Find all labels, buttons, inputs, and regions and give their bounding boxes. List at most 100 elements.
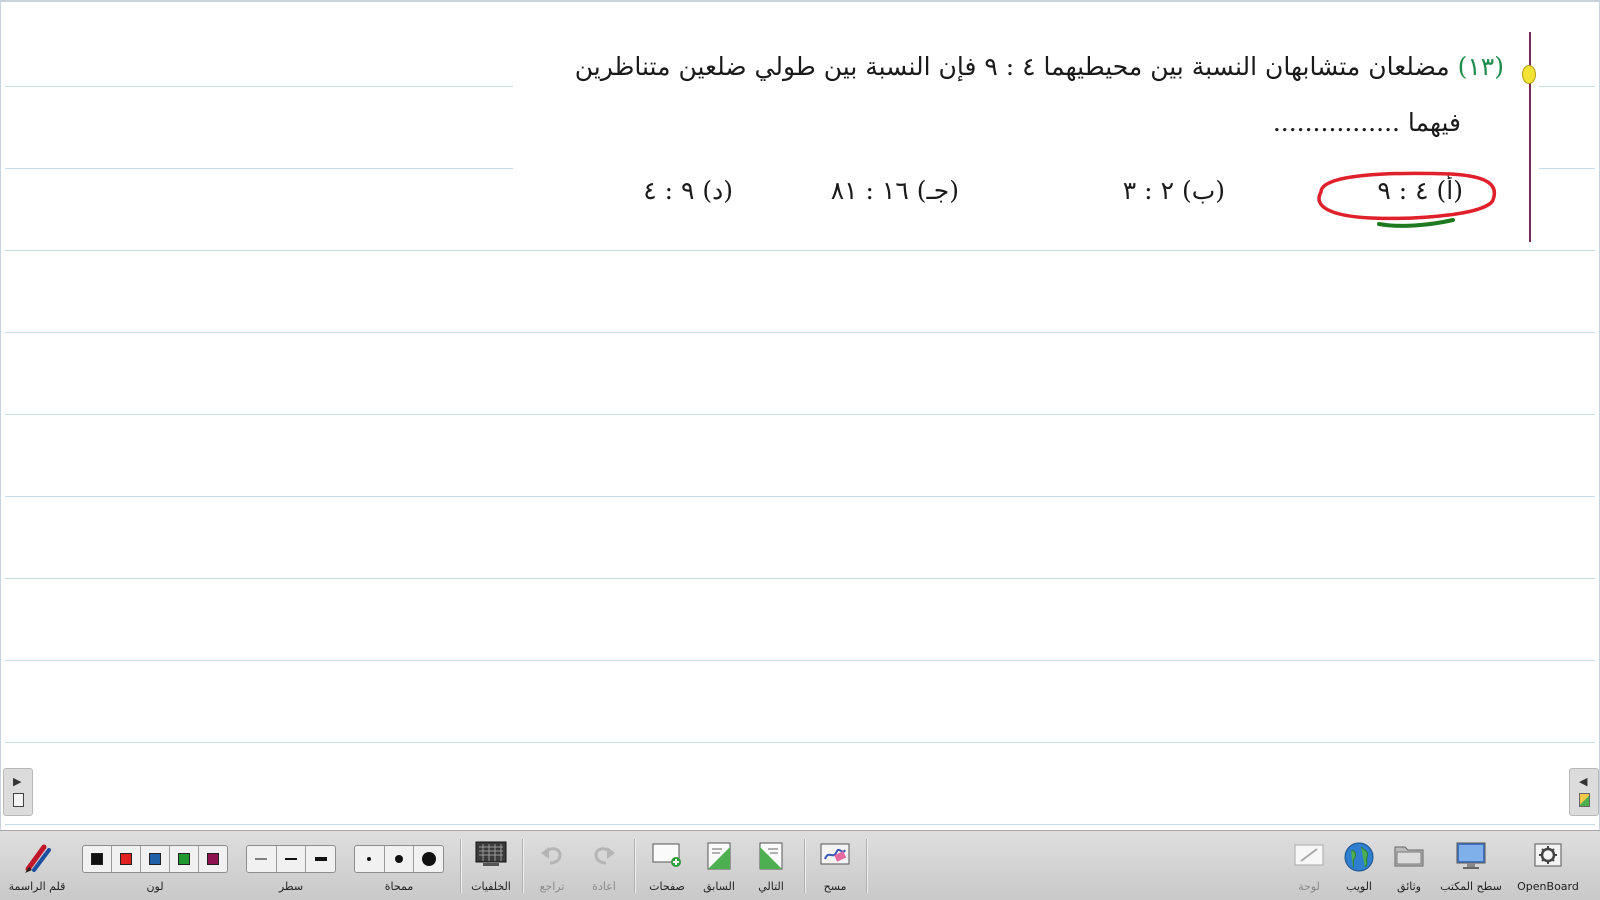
color-green-button[interactable] — [170, 846, 199, 872]
line-medium-button[interactable] — [277, 846, 307, 872]
color-black-button[interactable] — [83, 846, 112, 872]
ruled-line — [5, 578, 1595, 579]
redo-button[interactable]: اعادة — [580, 835, 628, 899]
color-red-button[interactable] — [112, 846, 141, 872]
right-panel-toggle[interactable]: ◀ — [1569, 768, 1599, 816]
large-dot-icon — [421, 852, 436, 866]
ruled-line — [5, 168, 513, 169]
toolbar-divider — [866, 839, 867, 893]
backgrounds-label: الخلفيات — [471, 880, 511, 893]
green-swatch — [178, 853, 190, 865]
color-blue-button[interactable] — [141, 846, 170, 872]
ruled-line — [5, 86, 513, 87]
question-line-2: فيهما ................ — [1272, 108, 1461, 137]
page-thumbnail-icon — [13, 793, 24, 807]
question-line-1: (١٣) مضلعان متشابهان النسبة بين محيطيهما… — [575, 52, 1504, 81]
color-palette — [82, 845, 228, 873]
medium-line-icon — [285, 858, 297, 860]
eraser-small-button[interactable] — [355, 846, 385, 872]
line-width-selector — [246, 845, 336, 873]
whiteboard-canvas[interactable]: (١٣) مضلعان متشابهان النسبة بين محيطيهما… — [0, 0, 1600, 830]
pages-label: صفحات — [649, 880, 685, 893]
previous-page-button[interactable]: السابق — [694, 835, 744, 899]
library-icon — [1579, 793, 1590, 807]
choice-b[interactable]: (ب) ٢ : ٣ — [1123, 176, 1225, 205]
question-number: (١٣) — [1457, 52, 1504, 81]
main-toolbar: قلم الراسمة لون سطر ممحاة الخلفيات تراجع… — [0, 830, 1600, 900]
ruled-line — [1539, 86, 1595, 87]
color-label: لون — [146, 880, 164, 893]
undo-label: تراجع — [539, 880, 565, 893]
eraser-size-tool: ممحاة — [354, 835, 444, 899]
eraser-medium-button[interactable] — [385, 846, 415, 872]
ruled-line — [5, 496, 1595, 497]
bullet-marker — [1522, 65, 1536, 84]
question-text: مضلعان متشابهان النسبة بين محيطيهما ٤ : … — [574, 52, 1450, 81]
eraser-large-button[interactable] — [414, 846, 443, 872]
ruled-line — [5, 824, 1595, 825]
clear-label: مسح — [823, 880, 847, 893]
clear-page-button[interactable]: مسح — [810, 835, 860, 899]
gear-icon — [1534, 843, 1562, 867]
previous-page-icon — [707, 842, 731, 870]
toolbar-divider — [804, 839, 805, 893]
line-thick-button[interactable] — [306, 846, 335, 872]
next-page-icon — [759, 842, 783, 870]
thin-line-icon — [255, 858, 268, 860]
red-swatch — [120, 853, 132, 865]
toolbar-divider — [460, 839, 461, 893]
redo-icon — [594, 847, 615, 865]
clear-page-icon — [820, 843, 850, 865]
line-thin-button[interactable] — [247, 846, 277, 872]
eraser-label: ممحاة — [384, 880, 414, 893]
backgrounds-icon — [475, 841, 507, 866]
backgrounds-button[interactable]: الخلفيات — [466, 835, 516, 899]
redo-label: اعادة — [592, 880, 616, 893]
add-page-icon — [652, 843, 681, 867]
previous-label: السابق — [703, 880, 735, 893]
openboard-label: OpenBoard — [1517, 880, 1579, 893]
triangle-left-icon: ◀ — [1579, 775, 1588, 788]
pen-tool-button[interactable]: قلم الراسمة — [4, 835, 70, 899]
desktop-mode-button[interactable]: سطح المكتب — [1438, 835, 1504, 899]
ruled-line — [5, 250, 1595, 251]
undo-icon — [541, 847, 562, 865]
undo-button[interactable]: تراجع — [528, 835, 576, 899]
blue-swatch — [149, 853, 161, 865]
board-label: لوحة — [1298, 880, 1320, 893]
next-page-button[interactable]: التالي — [746, 835, 796, 899]
toolbar-divider — [634, 839, 635, 893]
documents-mode-button[interactable]: وثائق — [1384, 835, 1434, 899]
desktop-label: سطح المكتب — [1440, 880, 1502, 893]
board-mode-button[interactable]: لوحة — [1284, 835, 1334, 899]
choice-d[interactable]: (د) ٩ : ٤ — [643, 176, 733, 205]
web-label: الويب — [1346, 880, 1372, 893]
pen-tool-label: قلم الراسمة — [8, 880, 66, 893]
ruled-line — [5, 414, 1595, 415]
red-circle-stroke — [1317, 171, 1497, 221]
folder-icon — [1394, 846, 1424, 867]
thick-line-icon — [314, 857, 327, 861]
next-label: التالي — [758, 880, 784, 893]
globe-icon — [1344, 842, 1374, 872]
web-mode-button[interactable]: الويب — [1334, 835, 1384, 899]
triangle-right-icon: ▶ — [13, 775, 22, 788]
openboard-menu-button[interactable]: OpenBoard — [1512, 835, 1584, 899]
black-swatch — [91, 853, 103, 865]
color-tool: لون — [80, 835, 230, 899]
color-maroon-button[interactable] — [199, 846, 227, 872]
documents-label: وثائق — [1397, 880, 1421, 893]
small-dot-icon — [367, 857, 372, 861]
toolbar-divider — [522, 839, 523, 893]
maroon-swatch — [207, 853, 219, 865]
medium-dot-icon — [395, 855, 403, 863]
line-width-label: سطر — [278, 880, 304, 893]
choice-c[interactable]: (جـ) ١٦ : ٨١ — [831, 176, 959, 205]
ruled-line — [5, 660, 1595, 661]
left-panel-toggle[interactable]: ▶ — [3, 768, 33, 816]
eraser-size-selector — [354, 845, 444, 873]
add-page-button[interactable]: صفحات — [642, 835, 692, 899]
board-icon — [1294, 844, 1324, 866]
ruled-line — [5, 742, 1595, 743]
answer-annotation — [1317, 171, 1497, 228]
